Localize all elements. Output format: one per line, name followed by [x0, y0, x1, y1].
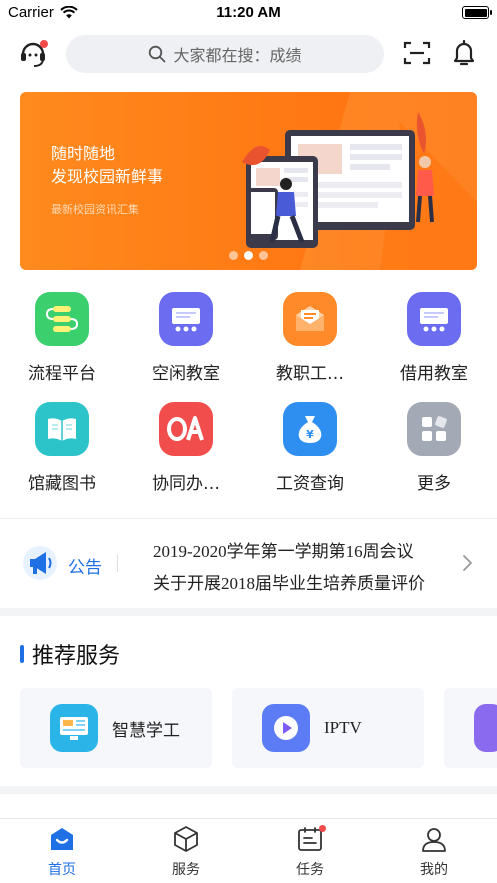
battery-icon — [462, 6, 492, 19]
svg-text:¥: ¥ — [306, 428, 314, 441]
bell-icon — [453, 39, 475, 66]
function-oa-collaboration[interactable]: 协同办… — [124, 402, 248, 502]
tab-label: 服务 — [172, 862, 200, 878]
function-label: 更多 — [417, 474, 451, 494]
unread-dot — [319, 825, 326, 832]
banner-dot[interactable] — [229, 251, 238, 260]
announcement-tag: 公告 — [68, 558, 102, 578]
tab-label: 首页 — [48, 862, 76, 878]
clock: 11:20 AM — [216, 4, 281, 21]
banner-dot[interactable] — [259, 251, 268, 260]
announcement-bar[interactable]: 公告 2019-2020学年第一学期第16周会议 关于开展2018届毕业生培养质… — [0, 518, 497, 608]
money-bag-icon: ¥ — [283, 402, 337, 456]
banner-subtitle: 最新校园资讯汇集 — [51, 203, 139, 216]
function-label: 馆藏图书 — [28, 474, 96, 494]
service-card-partial[interactable] — [444, 688, 497, 768]
section-divider — [0, 608, 497, 616]
megaphone-icon — [23, 546, 57, 580]
function-salary-query[interactable]: ¥ 工资查询 — [248, 402, 372, 502]
task-icon — [296, 825, 326, 853]
banner-dot-active[interactable] — [244, 251, 253, 260]
home-icon — [48, 825, 76, 853]
function-borrow-classroom[interactable]: 借用教室 — [372, 292, 496, 392]
tab-home[interactable]: 首页 — [0, 819, 124, 883]
service-card-label: 智慧学工 — [112, 720, 180, 741]
search-icon — [149, 45, 166, 63]
chat-icon — [474, 704, 497, 752]
header: 大家都在搜：成绩 — [0, 30, 497, 76]
tab-services[interactable]: 服务 — [124, 819, 248, 883]
dashboard-screen-icon — [50, 704, 98, 752]
tab-bar: 首页 服务 任务 我的 — [0, 818, 497, 883]
tab-label: 我的 — [420, 862, 448, 878]
title-accent-bar — [20, 645, 24, 663]
function-more[interactable]: 更多 — [372, 402, 496, 502]
announcement-item[interactable]: 关于开展2018届毕业生培养质量评价 — [153, 569, 425, 594]
notifications-button[interactable] — [450, 38, 478, 68]
mail-envelope-icon — [283, 292, 337, 346]
banner-pagination — [20, 251, 477, 260]
function-label: 流程平台 — [28, 364, 96, 384]
headset-icon — [21, 40, 48, 67]
recommend-title: 推荐服务 — [32, 644, 121, 669]
play-icon — [262, 704, 310, 752]
search-placeholder: 大家都在搜：成绩 — [173, 46, 302, 65]
classroom-icon — [407, 292, 461, 346]
function-label: 工资查询 — [276, 474, 344, 494]
search-bar[interactable]: 大家都在搜：成绩 — [66, 35, 384, 73]
section-title: 推荐服务 — [20, 638, 120, 670]
function-label: 借用教室 — [400, 364, 468, 384]
tab-tasks[interactable]: 任务 — [248, 819, 372, 883]
oa-icon — [159, 402, 213, 456]
service-card-iptv[interactable]: IPTV — [232, 688, 424, 768]
user-icon — [420, 825, 448, 853]
banner-headline-line2: 发现校园新鲜事 — [51, 167, 164, 186]
chevron-right-icon[interactable] — [460, 553, 474, 573]
section-divider — [0, 786, 497, 794]
function-staff[interactable]: 教职工… — [248, 292, 372, 392]
service-card-smart-student-affairs[interactable]: 智慧学工 — [20, 688, 212, 768]
function-label: 空闲教室 — [152, 364, 220, 384]
customer-service-button[interactable] — [16, 36, 50, 70]
tab-profile[interactable]: 我的 — [372, 819, 496, 883]
function-label: 教职工… — [276, 364, 344, 384]
function-free-classroom[interactable]: 空闲教室 — [124, 292, 248, 392]
scan-button[interactable] — [402, 39, 432, 67]
cube-icon — [172, 825, 200, 853]
function-library-books[interactable]: 馆藏图书 — [0, 402, 124, 502]
divider — [117, 554, 118, 572]
classroom-icon — [159, 292, 213, 346]
tab-label: 任务 — [296, 862, 324, 878]
news-banner[interactable]: 随时随地 发现校园新鲜事 最新校园资讯汇集 — [20, 92, 477, 270]
banner-headline: 随时随地 发现校园新鲜事 — [51, 142, 163, 188]
more-grid-icon — [407, 402, 461, 456]
function-label: 协同办… — [152, 474, 220, 494]
announcement-item[interactable]: 2019-2020学年第一学期第16周会议 — [153, 537, 414, 562]
banner-headline-line1: 随时随地 — [51, 144, 116, 163]
service-card-label: IPTV — [324, 718, 362, 737]
open-book-icon — [35, 402, 89, 456]
status-bar: Carrier 11:20 AM — [0, 0, 497, 26]
workflow-icon — [35, 292, 89, 346]
scan-icon — [403, 41, 431, 65]
function-workflow-platform[interactable]: 流程平台 — [0, 292, 124, 392]
